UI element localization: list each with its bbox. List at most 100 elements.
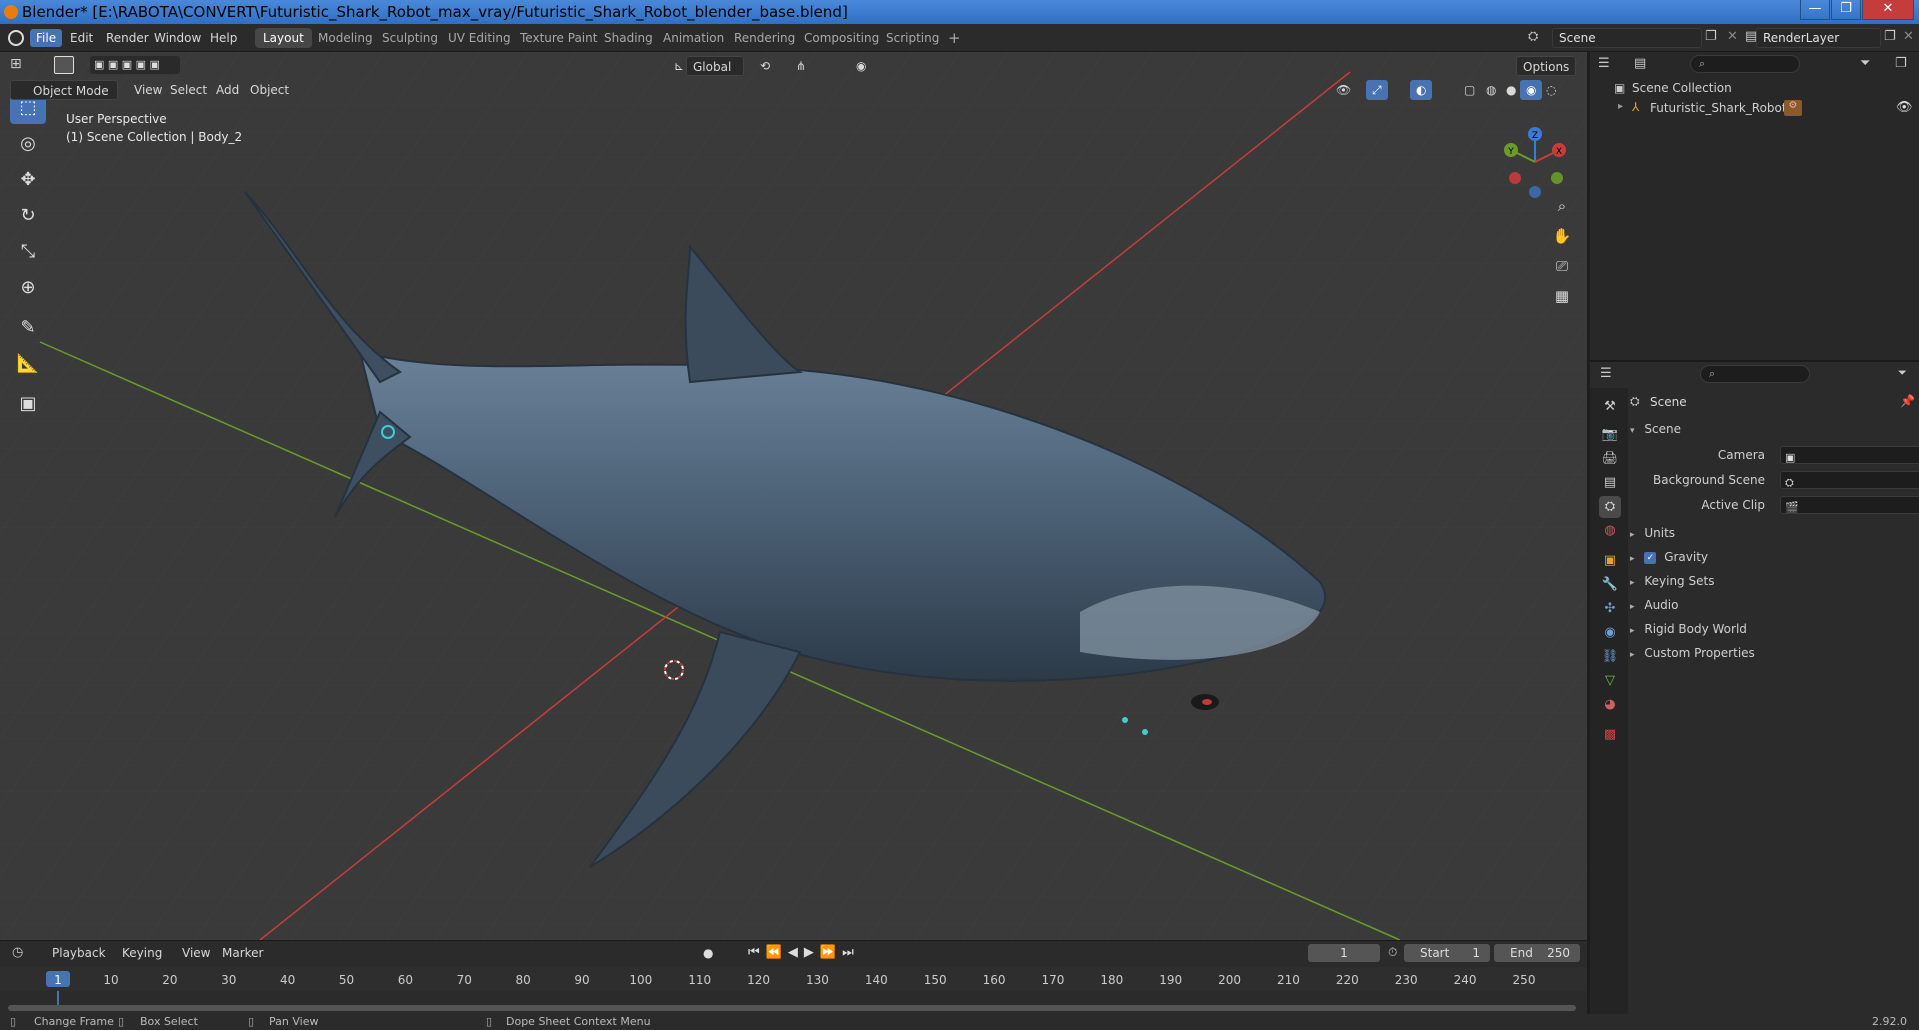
pan-hand-icon[interactable]: ✋ xyxy=(1548,222,1576,250)
tab-texture-paint[interactable]: Texture Paint xyxy=(512,28,605,48)
world-tab-icon[interactable]: ◍ xyxy=(1599,520,1621,542)
menu-add[interactable]: Add xyxy=(210,80,245,100)
pin-icon[interactable]: 📌 xyxy=(1900,394,1915,408)
properties-options-icon[interactable]: ⏷ xyxy=(1898,366,1907,380)
menu-select[interactable]: Select xyxy=(164,80,213,100)
select-mode-icon[interactable] xyxy=(54,56,74,74)
tab-sculpting[interactable]: Sculpting xyxy=(374,28,446,48)
navigation-gizmo[interactable]: Z Y X xyxy=(1495,122,1575,202)
expand-chevron-icon[interactable]: ▸ xyxy=(1618,101,1623,112)
current-frame-field[interactable]: 1 xyxy=(1308,944,1380,962)
units-section[interactable]: ▸ Units xyxy=(1630,522,1915,544)
tab-rendering[interactable]: Rendering xyxy=(726,28,803,48)
modifier-tab-icon[interactable]: 🔧 xyxy=(1599,574,1621,596)
menu-file[interactable]: File xyxy=(30,29,63,47)
texture-tab-icon[interactable]: ▩ xyxy=(1599,724,1621,746)
tool-tab-icon[interactable]: ⚒ xyxy=(1599,396,1621,418)
background-scene-field[interactable]: ⛭ xyxy=(1780,471,1919,489)
view-layer-selector[interactable]: RenderLayer xyxy=(1756,28,1881,48)
end-frame-field[interactable]: End 250 xyxy=(1494,944,1580,962)
select-mode-buttons[interactable]: ▣ ▣ ▣ ▣ ▣ xyxy=(90,56,180,74)
rigid-body-world-section[interactable]: ▸ Rigid Body World xyxy=(1630,618,1915,640)
close-button[interactable]: ✕ xyxy=(1862,0,1914,20)
maximize-button[interactable]: ❐ xyxy=(1831,0,1861,20)
menu-playback[interactable]: Playback xyxy=(46,943,112,963)
outliner-item-shark-robot[interactable]: Futuristic_Shark_Robot xyxy=(1650,101,1787,115)
camera-view-icon[interactable]: ⎚ xyxy=(1548,252,1576,280)
camera-field[interactable]: ▣ ✐ xyxy=(1780,446,1919,464)
audio-section[interactable]: ▸ Audio xyxy=(1630,594,1915,616)
constraint-tab-icon[interactable]: ⛓ xyxy=(1599,646,1621,668)
3d-viewport[interactable]: Z Y X ⌕ ✋ ⎚ ▦ ⬚ ◎ ✥ ↻ ⤡ ⊕ ✎ 📐 ▣ User Per… xyxy=(0,52,1587,940)
record-icon[interactable]: ● xyxy=(703,946,713,960)
overlay-toggle-icon[interactable]: ◐ xyxy=(1410,80,1433,100)
display-mode-icon[interactable]: ▤ xyxy=(1634,56,1646,71)
menu-edit[interactable]: Edit xyxy=(64,29,99,47)
menu-help[interactable]: Help xyxy=(204,29,243,47)
scene-icon[interactable]: ⛭ xyxy=(1528,29,1538,44)
frame-ruler[interactable]: 1 10 20 30 40 50 60 70 80 90 100 110 120 130 140 150 160… xyxy=(0,967,1587,991)
properties-search-input[interactable]: ⌕ xyxy=(1700,365,1810,383)
visibility-icon[interactable]: 👁 xyxy=(1330,80,1357,100)
add-workspace-button[interactable]: + xyxy=(940,28,969,48)
minimize-button[interactable]: — xyxy=(1800,0,1830,20)
scene-collection-label[interactable]: Scene Collection xyxy=(1632,81,1732,95)
menu-view[interactable]: View xyxy=(128,80,168,100)
tab-scripting[interactable]: Scripting xyxy=(878,28,947,48)
new-collection-icon[interactable]: ❐ xyxy=(1895,56,1907,71)
menu-keying[interactable]: Keying xyxy=(116,943,168,963)
scene-tab-icon[interactable]: ⛭ xyxy=(1599,496,1621,518)
blender-menu-icon[interactable] xyxy=(8,30,24,46)
playback-controls[interactable]: ⏮⏪◀▶⏩⏭ xyxy=(748,945,860,960)
tab-animation[interactable]: Animation xyxy=(655,28,732,48)
physics-tab-icon[interactable]: ◉ xyxy=(1599,622,1621,644)
new-view-layer-icon[interactable]: ❐ xyxy=(1884,29,1896,44)
view-layer-tab-icon[interactable]: ▤ xyxy=(1599,472,1621,494)
add-cube-tool[interactable]: ▣ xyxy=(10,388,46,420)
transform-orientation-select[interactable]: Global xyxy=(686,56,744,76)
object-tab-icon[interactable]: ▣ xyxy=(1599,550,1621,572)
proportional-edit-icon[interactable]: ◉ xyxy=(850,56,872,76)
delete-scene-icon[interactable]: ✕ xyxy=(1727,29,1738,44)
active-clip-field[interactable]: 🎬 xyxy=(1780,496,1919,514)
menu-timeline-view[interactable]: View xyxy=(176,943,216,963)
menu-render[interactable]: Render xyxy=(100,29,155,47)
menu-window[interactable]: Window xyxy=(148,29,207,47)
cursor-tool[interactable]: ◎ xyxy=(10,128,46,160)
keying-sets-section[interactable]: ▸ Keying Sets xyxy=(1630,570,1915,592)
rendered-shading-icon[interactable]: ◌ xyxy=(1540,80,1562,100)
properties-editor-icon[interactable]: ☰ xyxy=(1600,366,1612,381)
tab-layout[interactable]: Layout xyxy=(255,28,312,48)
particles-tab-icon[interactable]: ✣ xyxy=(1599,598,1621,620)
scale-tool[interactable]: ⤡ xyxy=(10,236,46,268)
outliner-editor-icon[interactable]: ☰ xyxy=(1598,56,1610,71)
output-tab-icon[interactable]: 🖨 xyxy=(1599,448,1621,470)
outliner-search-input[interactable]: ⌕ xyxy=(1690,55,1800,73)
data-tab-icon[interactable]: ▽ xyxy=(1599,670,1621,692)
filter-icon[interactable]: ⏷ xyxy=(1860,56,1870,71)
visibility-eye-icon[interactable]: 👁 xyxy=(1896,100,1913,115)
editor-type-icon[interactable]: ⊞ xyxy=(10,56,22,72)
scene-panel-header[interactable]: ▾ Scene xyxy=(1630,418,1915,440)
pivot-point-icon[interactable]: ⟲ xyxy=(754,56,776,76)
tab-modeling[interactable]: Modeling xyxy=(310,28,381,48)
gravity-checkbox[interactable]: ✓ xyxy=(1644,551,1657,564)
rotate-tool[interactable]: ↻ xyxy=(10,200,46,232)
snap-icon[interactable]: ⋔ xyxy=(790,56,812,76)
gizmo-toggle-icon[interactable]: ⤢ xyxy=(1366,80,1388,100)
start-frame-field[interactable]: Start 1 xyxy=(1404,944,1490,962)
xray-icon[interactable]: ▢ xyxy=(1458,80,1481,100)
tab-shading[interactable]: Shading xyxy=(596,28,661,48)
stopwatch-icon[interactable]: ⏱ xyxy=(1388,945,1397,960)
move-tool[interactable]: ✥ xyxy=(10,164,46,196)
object-mode-select[interactable]: Object Mode xyxy=(10,80,118,100)
custom-properties-section[interactable]: ▸ Custom Properties xyxy=(1630,642,1915,664)
tab-compositing[interactable]: Compositing xyxy=(796,28,887,48)
menu-object[interactable]: Object xyxy=(244,80,295,100)
gravity-section[interactable]: ▸ ✓ Gravity xyxy=(1630,546,1915,568)
annotate-tool[interactable]: ✎ xyxy=(10,312,46,344)
zoom-icon[interactable]: ⌕ xyxy=(1548,192,1576,220)
render-tab-icon[interactable]: 📷 xyxy=(1599,424,1621,446)
scene-selector[interactable]: Scene xyxy=(1552,28,1702,48)
timeline-editor-icon[interactable]: ◷ xyxy=(12,945,23,960)
